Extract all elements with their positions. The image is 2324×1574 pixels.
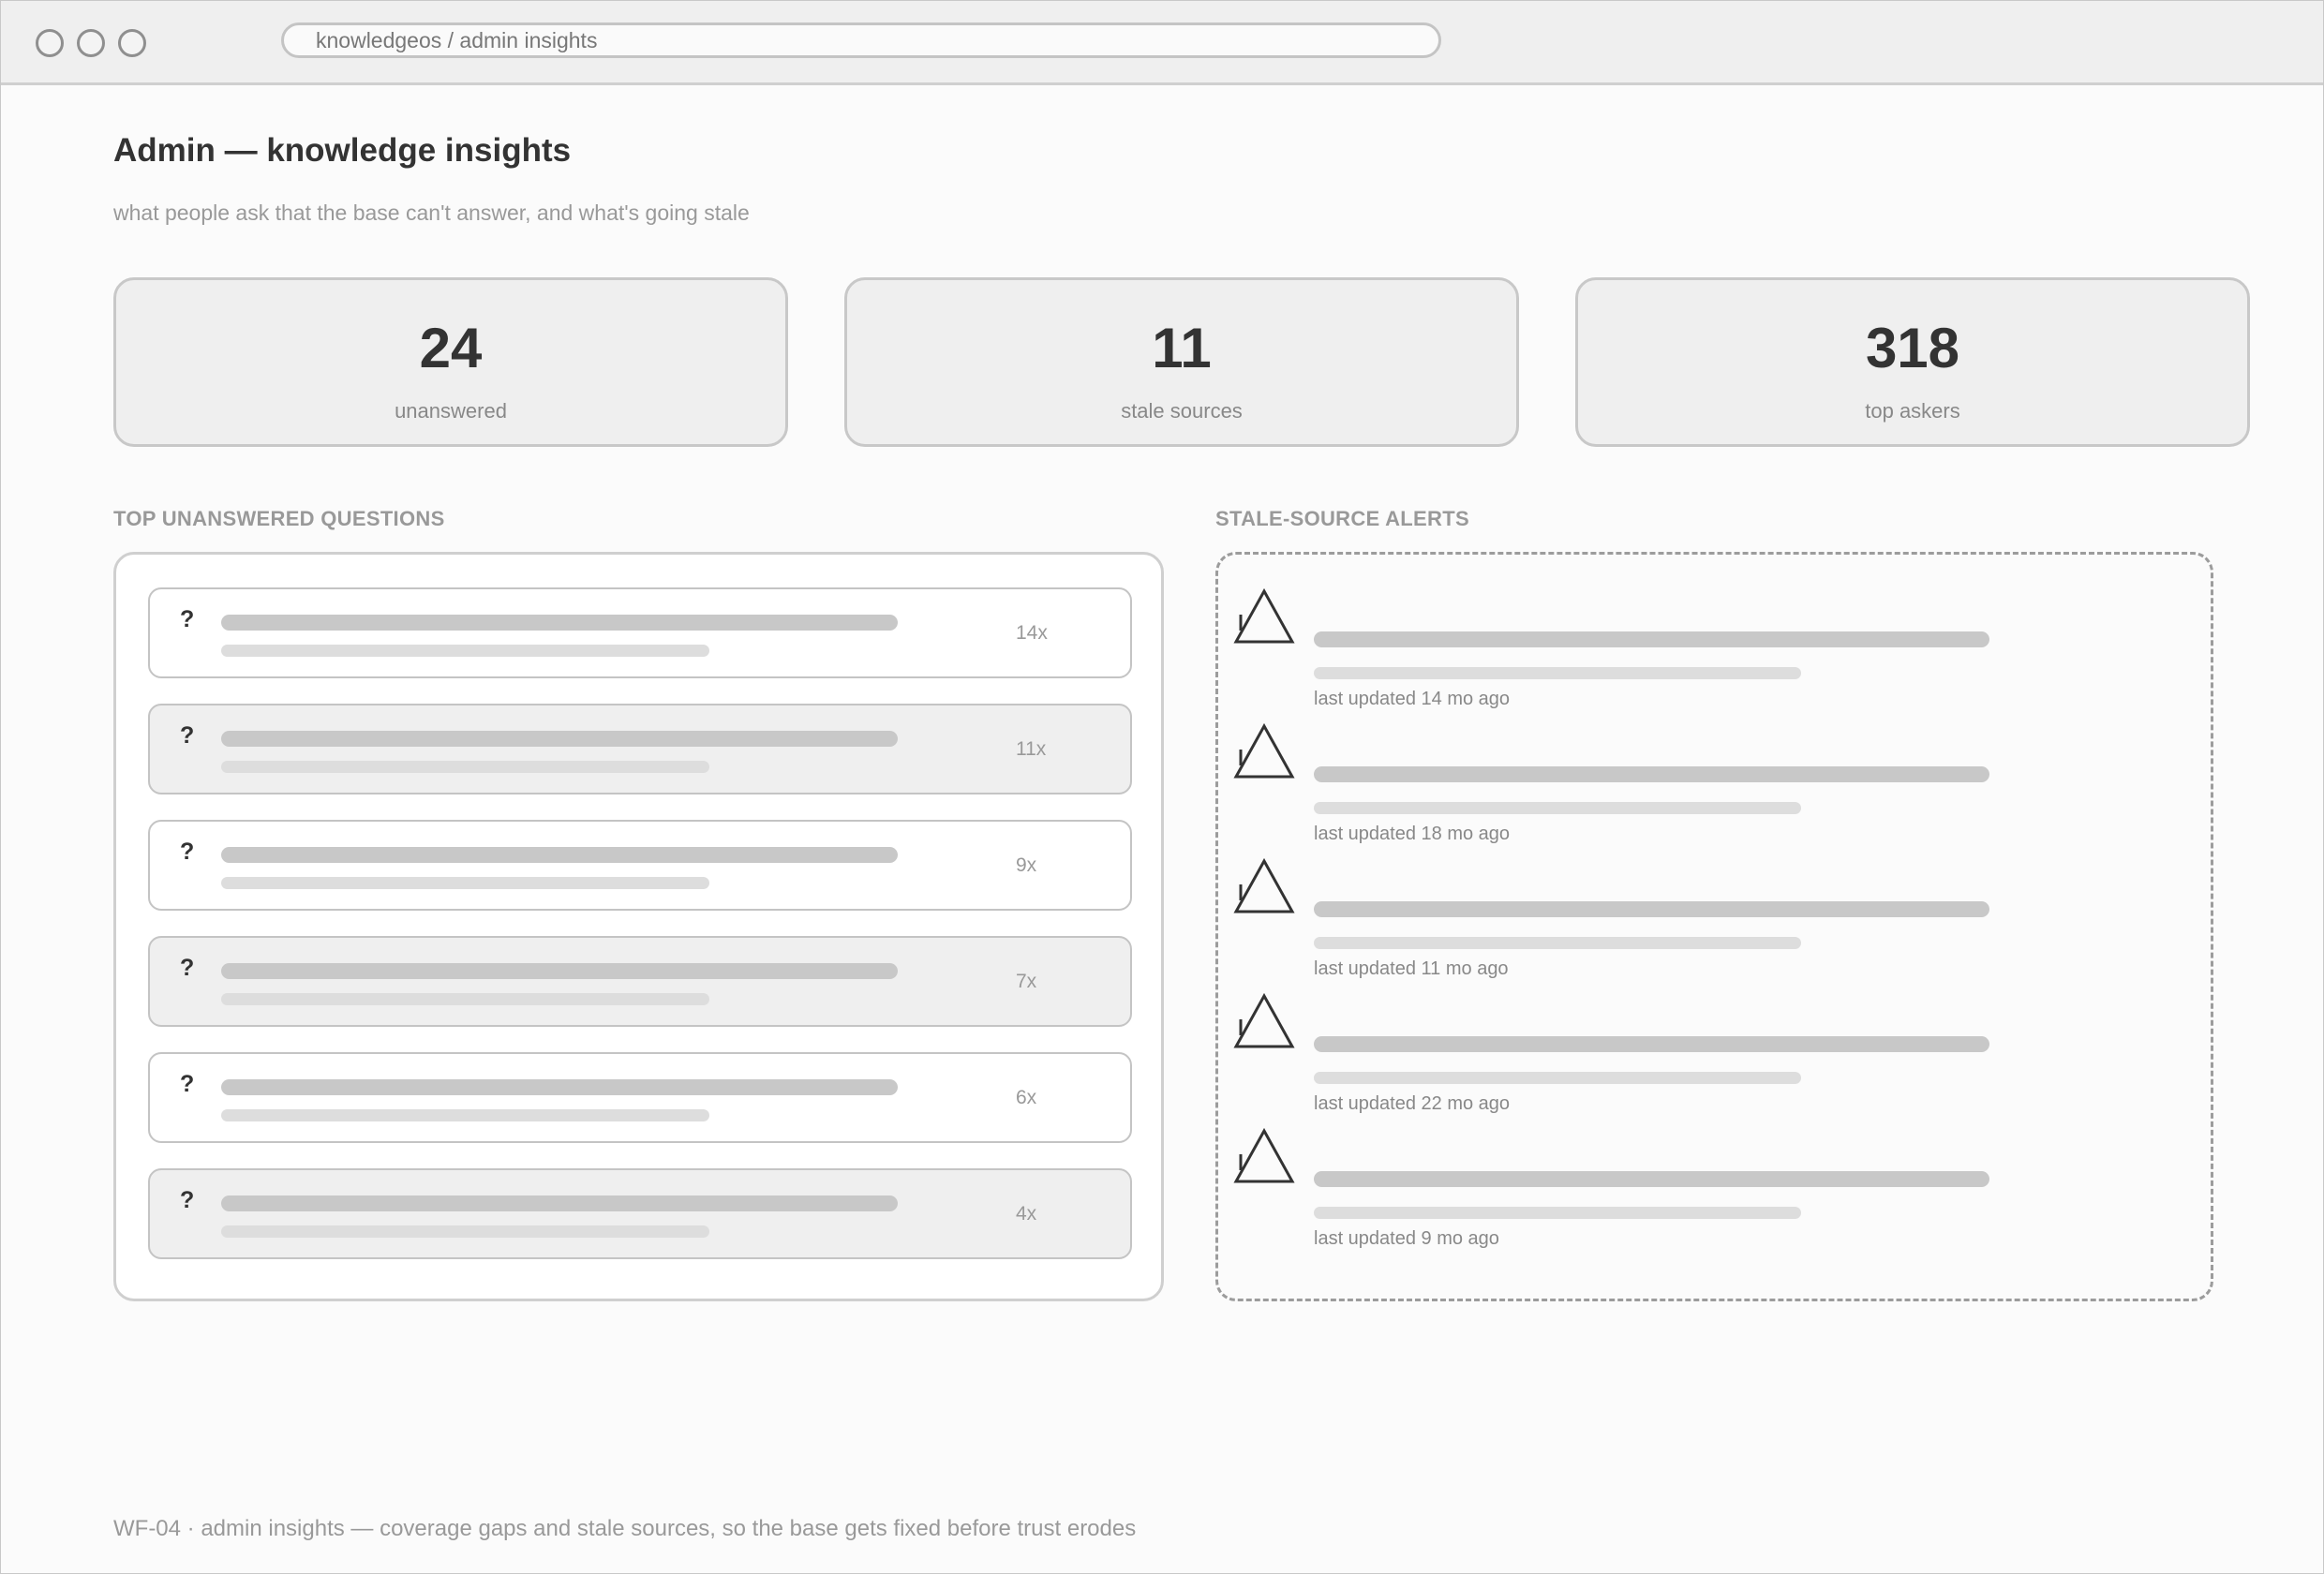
address-bar[interactable]: knowledgeos / admin insights — [281, 22, 1441, 58]
stale-source-alerts-panel: last updated 14 mo ago last updated 18 m… — [1215, 552, 2213, 1301]
question-mark-icon: ? — [180, 722, 195, 749]
question-row[interactable]: ? 11x — [148, 704, 1132, 794]
question-detail-placeholder — [221, 877, 709, 889]
question-text-placeholder — [221, 1079, 898, 1095]
question-text-placeholder — [221, 847, 898, 863]
question-ask-count: 4x — [1016, 1203, 1037, 1225]
source-detail-placeholder — [1314, 667, 1801, 679]
source-detail-placeholder — [1314, 1207, 1801, 1219]
question-row[interactable]: ? 4x — [148, 1168, 1132, 1259]
question-mark-icon: ? — [180, 839, 195, 865]
stale-source-alert[interactable]: last updated 22 mo ago — [1233, 993, 2198, 1114]
page-subtitle: what people ask that the base can't answ… — [113, 200, 750, 225]
question-ask-count: 14x — [1016, 622, 1048, 644]
unanswered-questions-panel: ? 14x ? 11x ? 9x ? 7x ? 6x ? 4x — [113, 552, 1164, 1301]
source-title-placeholder — [1314, 766, 1989, 782]
window-minimize-button[interactable] — [77, 29, 105, 57]
question-detail-placeholder — [221, 645, 709, 657]
question-mark-icon: ? — [180, 955, 195, 981]
stat-label: stale sources — [1121, 399, 1243, 423]
stale-source-alert[interactable]: last updated 11 mo ago — [1233, 858, 2198, 979]
stat-value: 24 — [419, 317, 483, 379]
window-close-button[interactable] — [36, 29, 64, 57]
question-row[interactable]: ? 6x — [148, 1052, 1132, 1143]
stale-source-alert[interactable]: last updated 9 mo ago — [1233, 1128, 2198, 1249]
question-mark-icon: ? — [180, 1071, 195, 1097]
question-detail-placeholder — [221, 993, 709, 1005]
stat-value: 11 — [1152, 317, 1212, 379]
source-title-placeholder — [1314, 631, 1989, 647]
stat-card-unanswered[interactable]: 24 unanswered — [113, 277, 788, 447]
question-detail-placeholder — [221, 1109, 709, 1121]
stat-card-top-askers[interactable]: 318 top askers — [1575, 277, 2250, 447]
question-ask-count: 6x — [1016, 1087, 1037, 1108]
stale-source-alert[interactable]: last updated 18 mo ago — [1233, 723, 2198, 844]
last-updated-text: last updated 14 mo ago — [1314, 689, 1511, 709]
source-title-placeholder — [1314, 1171, 1989, 1187]
question-row[interactable]: ? 7x — [148, 936, 1132, 1027]
warning-triangle-icon — [1233, 858, 1295, 913]
source-title-placeholder — [1314, 1036, 1989, 1052]
stat-card-stale-sources[interactable]: 11 stale sources — [844, 277, 1519, 447]
browser-titlebar: knowledgeos / admin insights — [1, 1, 2323, 85]
questions-section-heading: TOP UNANSWERED QUESTIONS — [113, 507, 445, 530]
warning-triangle-icon — [1233, 1128, 1295, 1183]
stat-label: unanswered — [395, 399, 507, 423]
stat-value: 318 — [1865, 317, 1960, 379]
source-detail-placeholder — [1314, 802, 1801, 814]
warning-triangle-icon — [1233, 993, 1295, 1048]
last-updated-text: last updated 11 mo ago — [1314, 958, 1509, 979]
last-updated-text: last updated 9 mo ago — [1314, 1228, 1499, 1249]
stat-label: top askers — [1865, 399, 1960, 423]
question-ask-count: 9x — [1016, 854, 1037, 876]
browser-window: knowledgeos / admin insights Admin — kno… — [0, 0, 2324, 1574]
question-text-placeholder — [221, 1195, 898, 1211]
question-ask-count: 7x — [1016, 971, 1037, 992]
warning-triangle-icon — [1233, 723, 1295, 779]
question-detail-placeholder — [221, 1225, 709, 1238]
question-mark-icon: ? — [180, 1187, 195, 1213]
source-detail-placeholder — [1314, 1072, 1801, 1084]
source-detail-placeholder — [1314, 937, 1801, 949]
last-updated-text: last updated 22 mo ago — [1314, 1093, 1511, 1114]
stale-source-alert[interactable]: last updated 14 mo ago — [1233, 588, 2198, 709]
alerts-section-heading: STALE-SOURCE ALERTS — [1215, 507, 1469, 530]
source-title-placeholder — [1314, 901, 1989, 917]
warning-triangle-icon — [1233, 588, 1295, 644]
question-mark-icon: ? — [180, 606, 195, 632]
question-row[interactable]: ? 9x — [148, 820, 1132, 911]
last-updated-text: last updated 18 mo ago — [1314, 824, 1511, 844]
question-text-placeholder — [221, 731, 898, 747]
page-title: Admin — knowledge insights — [113, 132, 572, 169]
question-ask-count: 11x — [1016, 738, 1047, 760]
question-text-placeholder — [221, 963, 898, 979]
question-row[interactable]: ? 14x — [148, 587, 1132, 678]
window-maximize-button[interactable] — [118, 29, 146, 57]
question-text-placeholder — [221, 615, 898, 631]
question-detail-placeholder — [221, 761, 709, 773]
footer-caption: WF-04 · admin insights — coverage gaps a… — [113, 1516, 1137, 1541]
